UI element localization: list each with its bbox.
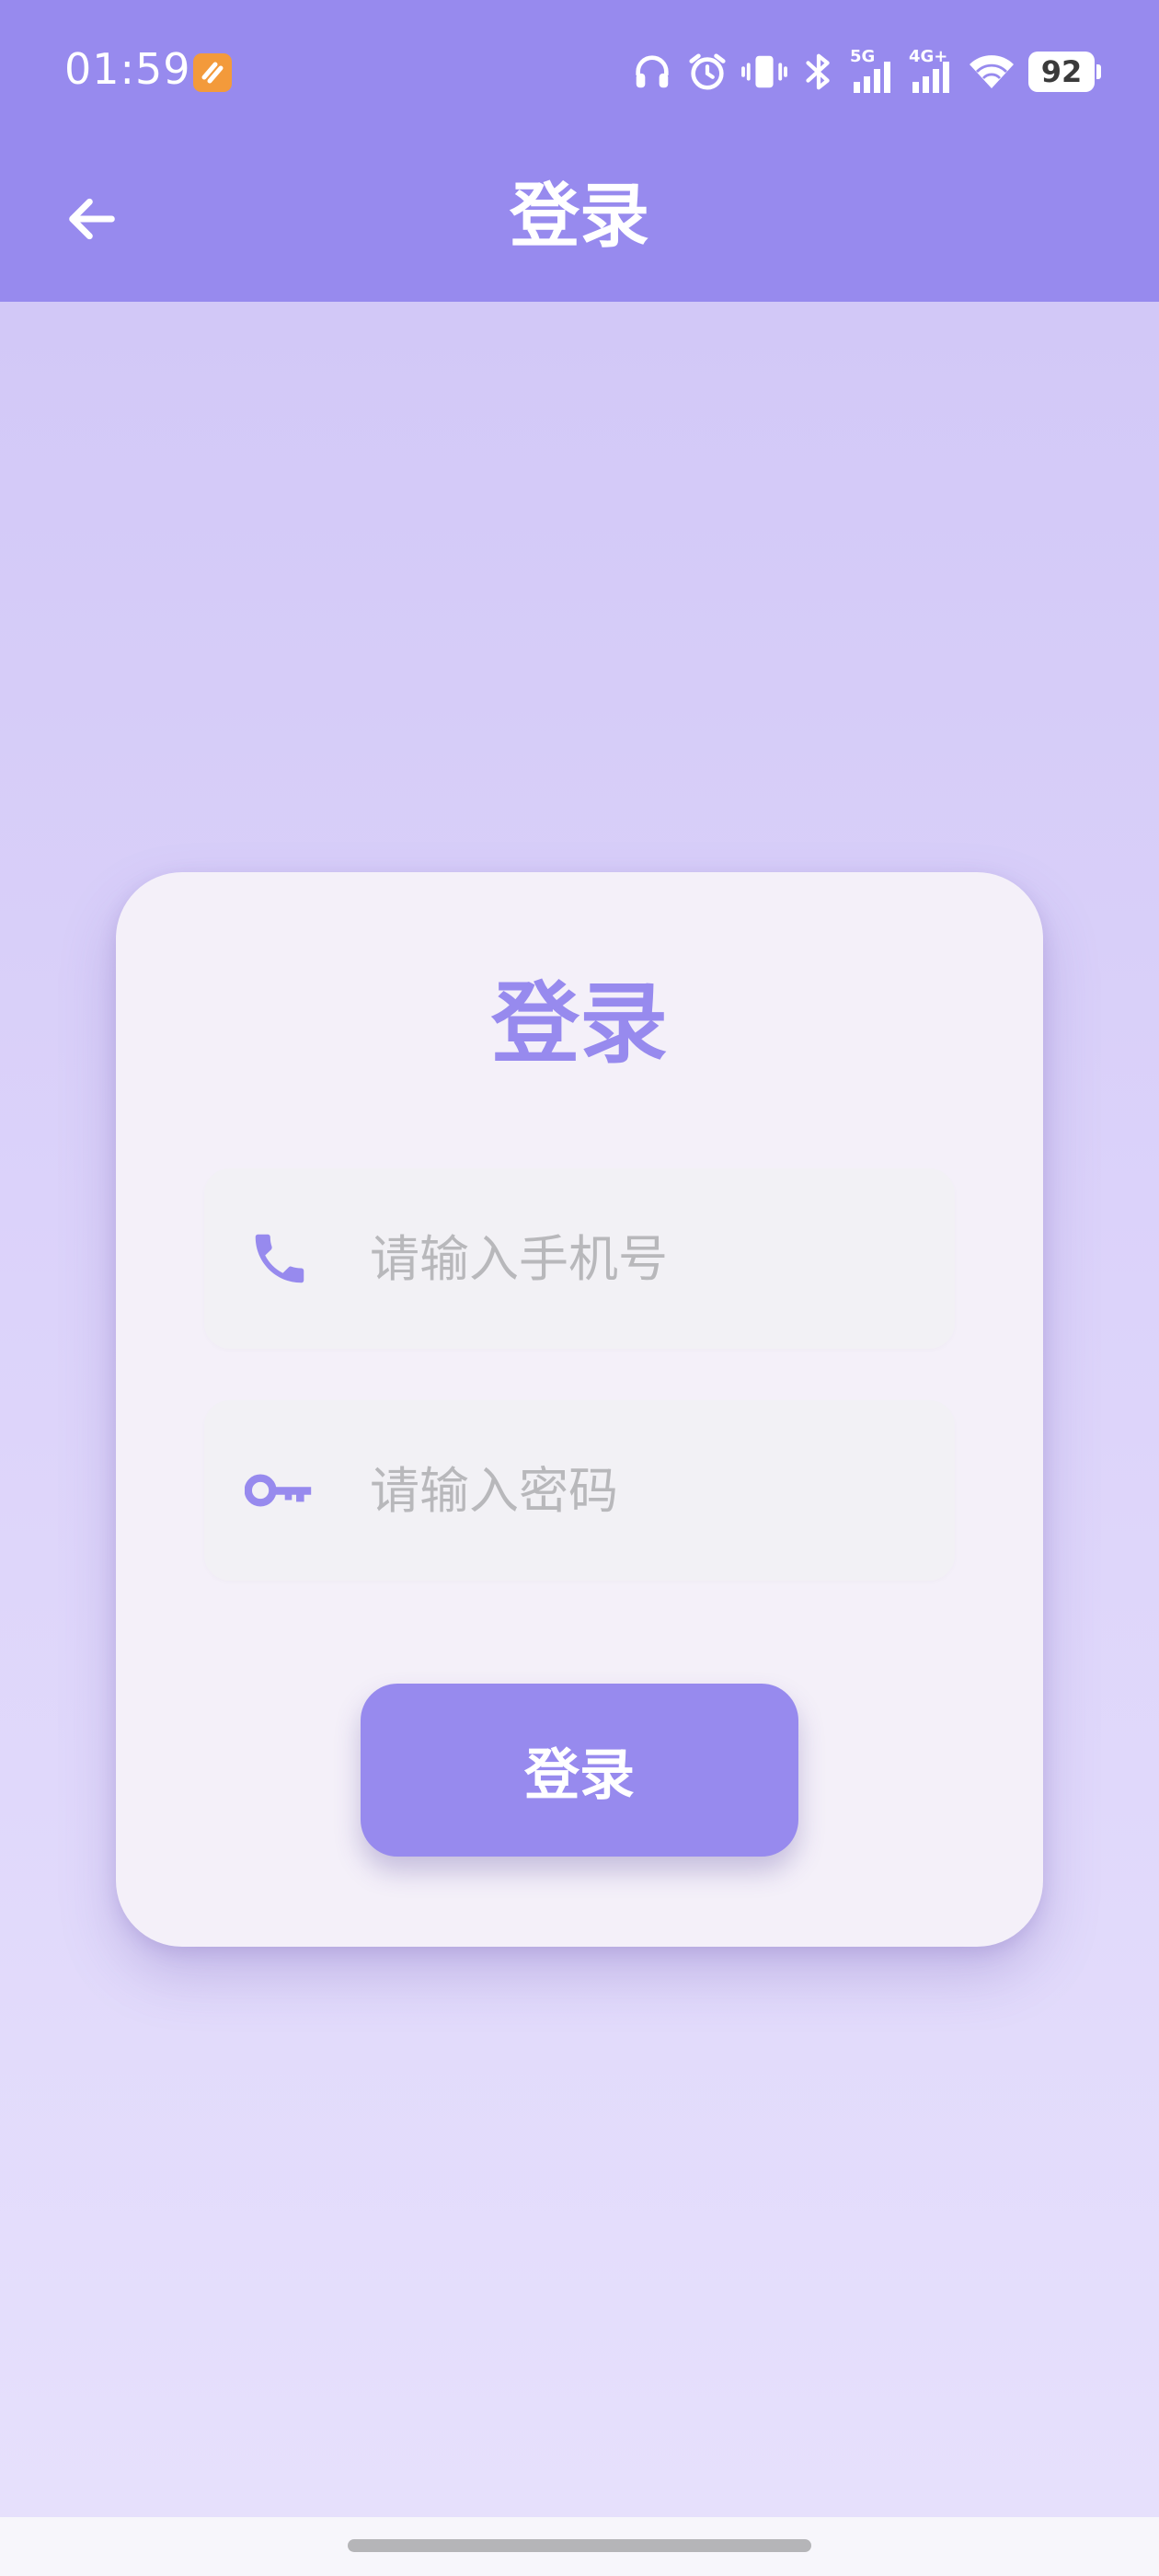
navigation-bar (0, 2517, 1159, 2576)
status-icons: 5G 4G+ 92 (631, 44, 1101, 99)
headphones-icon (636, 55, 669, 88)
password-input[interactable] (370, 1437, 922, 1544)
phone-field[interactable] (204, 1168, 955, 1349)
status-bar: 01:59 5G 4G+ 92 (0, 0, 1159, 147)
phone-icon (245, 1224, 315, 1294)
phone-input[interactable] (370, 1205, 922, 1312)
signal-4g-icon: 4G+ (909, 49, 955, 95)
home-indicator[interactable] (348, 2539, 811, 2552)
card-title: 登录 (491, 972, 668, 1075)
notification-app-icon (193, 53, 232, 92)
alarm-icon (689, 53, 726, 90)
key-icon (245, 1455, 315, 1525)
app-bar: 登录 (0, 147, 1159, 302)
wifi-icon (970, 55, 1014, 88)
login-button[interactable]: 登录 (361, 1684, 798, 1857)
signal-5g-icon: 5G (850, 49, 896, 95)
top-bar: 01:59 5G 4G+ 92 登录 (0, 0, 1159, 302)
password-field[interactable] (204, 1400, 955, 1581)
status-time: 01:59 (64, 44, 191, 94)
vibrate-icon (741, 55, 787, 88)
page-title: 登录 (510, 175, 649, 257)
login-card: 登录 登录 (116, 872, 1043, 1947)
battery-level: 92 (1040, 54, 1083, 89)
bluetooth-icon (806, 53, 830, 90)
battery-icon: 92 (1028, 52, 1101, 92)
